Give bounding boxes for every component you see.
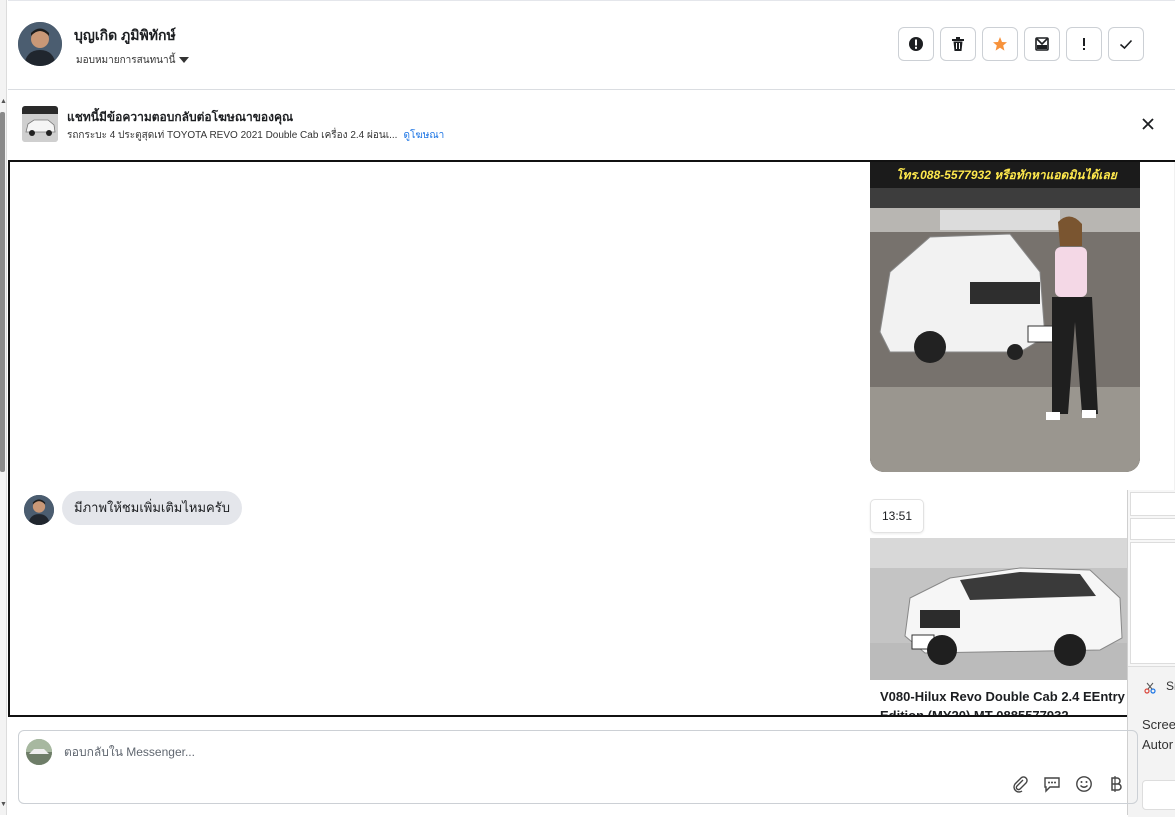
- move-inbox-button[interactable]: [1024, 27, 1060, 61]
- ad-thumbnail[interactable]: [22, 106, 58, 142]
- payment-button[interactable]: [1106, 774, 1126, 794]
- product-card-image[interactable]: [870, 538, 1128, 680]
- caret-down-icon: [179, 57, 190, 64]
- follow-up-button[interactable]: [1066, 27, 1102, 61]
- ad-description-text: รถกระบะ 4 ประตูสุดเท่ TOYOTA REVO 2021 D…: [67, 130, 398, 141]
- conversation-toolbar: [898, 27, 1144, 61]
- message-thread[interactable]: โทร.088-5577932 หรือทักหาแอดมินได้เลย มี…: [8, 160, 1175, 717]
- incoming-message-bubble[interactable]: มีภาพให้ชมเพิ่มเติมไหมครับ: [62, 491, 242, 525]
- star-button[interactable]: [982, 27, 1018, 61]
- star-icon: [993, 37, 1007, 51]
- view-ad-link[interactable]: ดูโฆษณา: [403, 130, 444, 141]
- notification-app-name: Sn: [1166, 679, 1175, 693]
- page-scrollbar-thumb[interactable]: [0, 112, 5, 472]
- snipping-tool-icon: [1144, 681, 1156, 694]
- assign-conversation-dropdown[interactable]: มอบหมายการสนทนานี้: [76, 53, 190, 68]
- message-timestamp: 13:51: [870, 499, 924, 533]
- page-scrollbar[interactable]: ▲ ▼: [0, 0, 7, 815]
- saved-reply-button[interactable]: [1042, 774, 1062, 794]
- scroll-down-arrow-icon[interactable]: ▼: [0, 801, 7, 808]
- check-icon: [1119, 39, 1133, 50]
- emoji-icon: [1076, 776, 1092, 792]
- composer-actions: [1010, 774, 1126, 794]
- exclamation-circle-icon: [909, 37, 923, 51]
- report-spam-button[interactable]: [898, 27, 934, 61]
- reply-input[interactable]: [62, 744, 566, 760]
- saved-reply-icon: [1044, 777, 1060, 793]
- delete-button[interactable]: [940, 27, 976, 61]
- product-card-title[interactable]: V080-Hilux Revo Double Cab 2.4 EEntry Z …: [880, 687, 1140, 715]
- page-avatar: [26, 739, 52, 765]
- mark-done-button[interactable]: [1108, 27, 1144, 61]
- attach-file-button[interactable]: [1010, 774, 1030, 794]
- baht-icon: [1111, 776, 1122, 792]
- preview-thumbnail: [1130, 492, 1175, 516]
- preview-thumbnail: [1130, 542, 1175, 664]
- contact-avatar[interactable]: [18, 22, 62, 66]
- reply-composer: [18, 730, 1138, 804]
- sender-avatar: [24, 495, 54, 525]
- close-icon: [1142, 118, 1154, 130]
- assign-label: มอบหมายการสนทนานี้: [76, 55, 176, 66]
- preview-thumbnail: [1130, 518, 1175, 540]
- video-banner-text: โทร.088-5577932 หรือทักหาแอดมินได้เลย: [870, 162, 1140, 188]
- close-ad-banner-button[interactable]: [1139, 115, 1157, 133]
- notification-action-button[interactable]: [1142, 780, 1175, 810]
- trash-icon: [952, 37, 964, 51]
- notification-body: Autor: [1142, 737, 1174, 752]
- ad-description: รถกระบะ 4 ประตูสุดเท่ TOYOTA REVO 2021 D…: [67, 128, 444, 143]
- ad-reply-notice-title: แชทนี้มีข้อความตอบกลับต่อโฆษณาของคุณ: [67, 110, 294, 124]
- video-attachment[interactable]: โทร.088-5577932 หรือทักหาแอดมินได้เลย: [870, 162, 1140, 472]
- inbox-icon: [1035, 37, 1049, 51]
- contact-name[interactable]: บุญเกิด ภูมิพิทักษ์: [74, 25, 176, 47]
- exclamation-icon: [1083, 38, 1085, 50]
- paperclip-icon: [1013, 776, 1028, 793]
- notification-title: Scree: [1142, 717, 1175, 732]
- scroll-up-arrow-icon[interactable]: ▲: [0, 98, 7, 105]
- emoji-button[interactable]: [1074, 774, 1094, 794]
